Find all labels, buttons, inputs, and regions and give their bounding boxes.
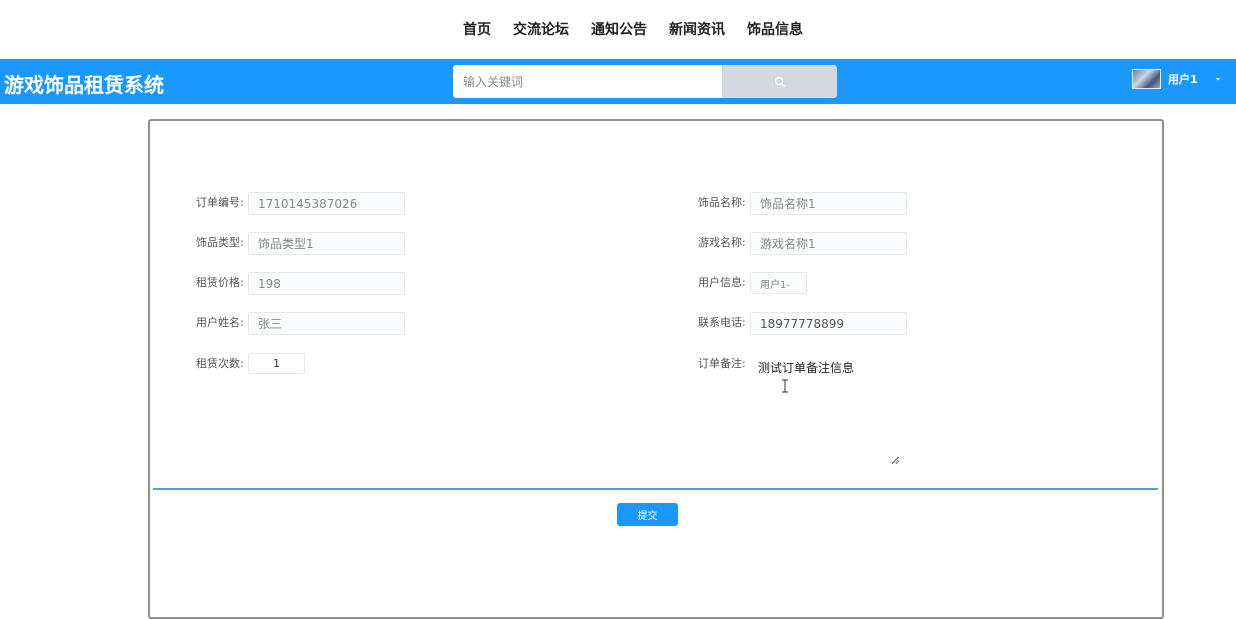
game-name-label: 游戏名称: bbox=[698, 236, 746, 249]
nav-item-home[interactable]: 首页 bbox=[463, 19, 491, 39]
user-real-name-label: 用户姓名: bbox=[196, 316, 244, 329]
top-nav: 首页 交流论坛 通知公告 新闻资讯 饰品信息 bbox=[0, 0, 1236, 58]
nav-item-forum[interactable]: 交流论坛 bbox=[513, 19, 569, 39]
form-divider bbox=[153, 488, 1158, 490]
remark-textarea[interactable]: 测试订单备注信息 bbox=[752, 355, 900, 465]
user-menu[interactable]: 用户1 bbox=[1132, 64, 1222, 94]
item-name-label: 饰品名称: bbox=[698, 196, 746, 209]
user-info-label: 用户信息: bbox=[698, 276, 746, 289]
caret-down-icon bbox=[1215, 78, 1220, 81]
rent-price-label: 租赁价格: bbox=[196, 276, 244, 289]
header-bar: 游戏饰品租赁系统 用户1 bbox=[0, 59, 1236, 104]
game-name-field[interactable] bbox=[750, 232, 907, 255]
item-name-field[interactable] bbox=[750, 192, 907, 215]
nav-item-notice[interactable]: 通知公告 bbox=[591, 19, 647, 39]
search-button[interactable] bbox=[722, 65, 837, 98]
rent-count-label: 租赁次数: bbox=[196, 357, 244, 370]
user-name: 用户1 bbox=[1168, 73, 1198, 86]
rent-count-field[interactable] bbox=[248, 353, 305, 374]
search-icon bbox=[774, 76, 785, 87]
nav-item-news[interactable]: 新闻资讯 bbox=[669, 19, 725, 39]
nav-item-items[interactable]: 饰品信息 bbox=[747, 19, 803, 39]
remark-label: 订单备注: bbox=[698, 357, 746, 370]
order-no-label: 订单编号: bbox=[196, 196, 244, 209]
item-type-label: 饰品类型: bbox=[196, 236, 244, 249]
order-no-field[interactable] bbox=[248, 192, 405, 215]
user-real-name-field[interactable] bbox=[248, 312, 405, 335]
search-input[interactable] bbox=[453, 65, 722, 98]
phone-label: 联系电话: bbox=[698, 316, 746, 329]
user-info-field[interactable] bbox=[750, 272, 807, 294]
submit-button[interactable]: 提交 bbox=[617, 503, 678, 526]
app-title: 游戏饰品租赁系统 bbox=[4, 73, 164, 97]
item-type-field[interactable] bbox=[248, 232, 405, 255]
resize-grip-icon[interactable] bbox=[891, 456, 899, 464]
phone-field[interactable] bbox=[750, 312, 907, 335]
text-cursor-icon bbox=[782, 379, 788, 393]
rent-price-field[interactable] bbox=[248, 272, 405, 295]
avatar bbox=[1132, 69, 1161, 89]
